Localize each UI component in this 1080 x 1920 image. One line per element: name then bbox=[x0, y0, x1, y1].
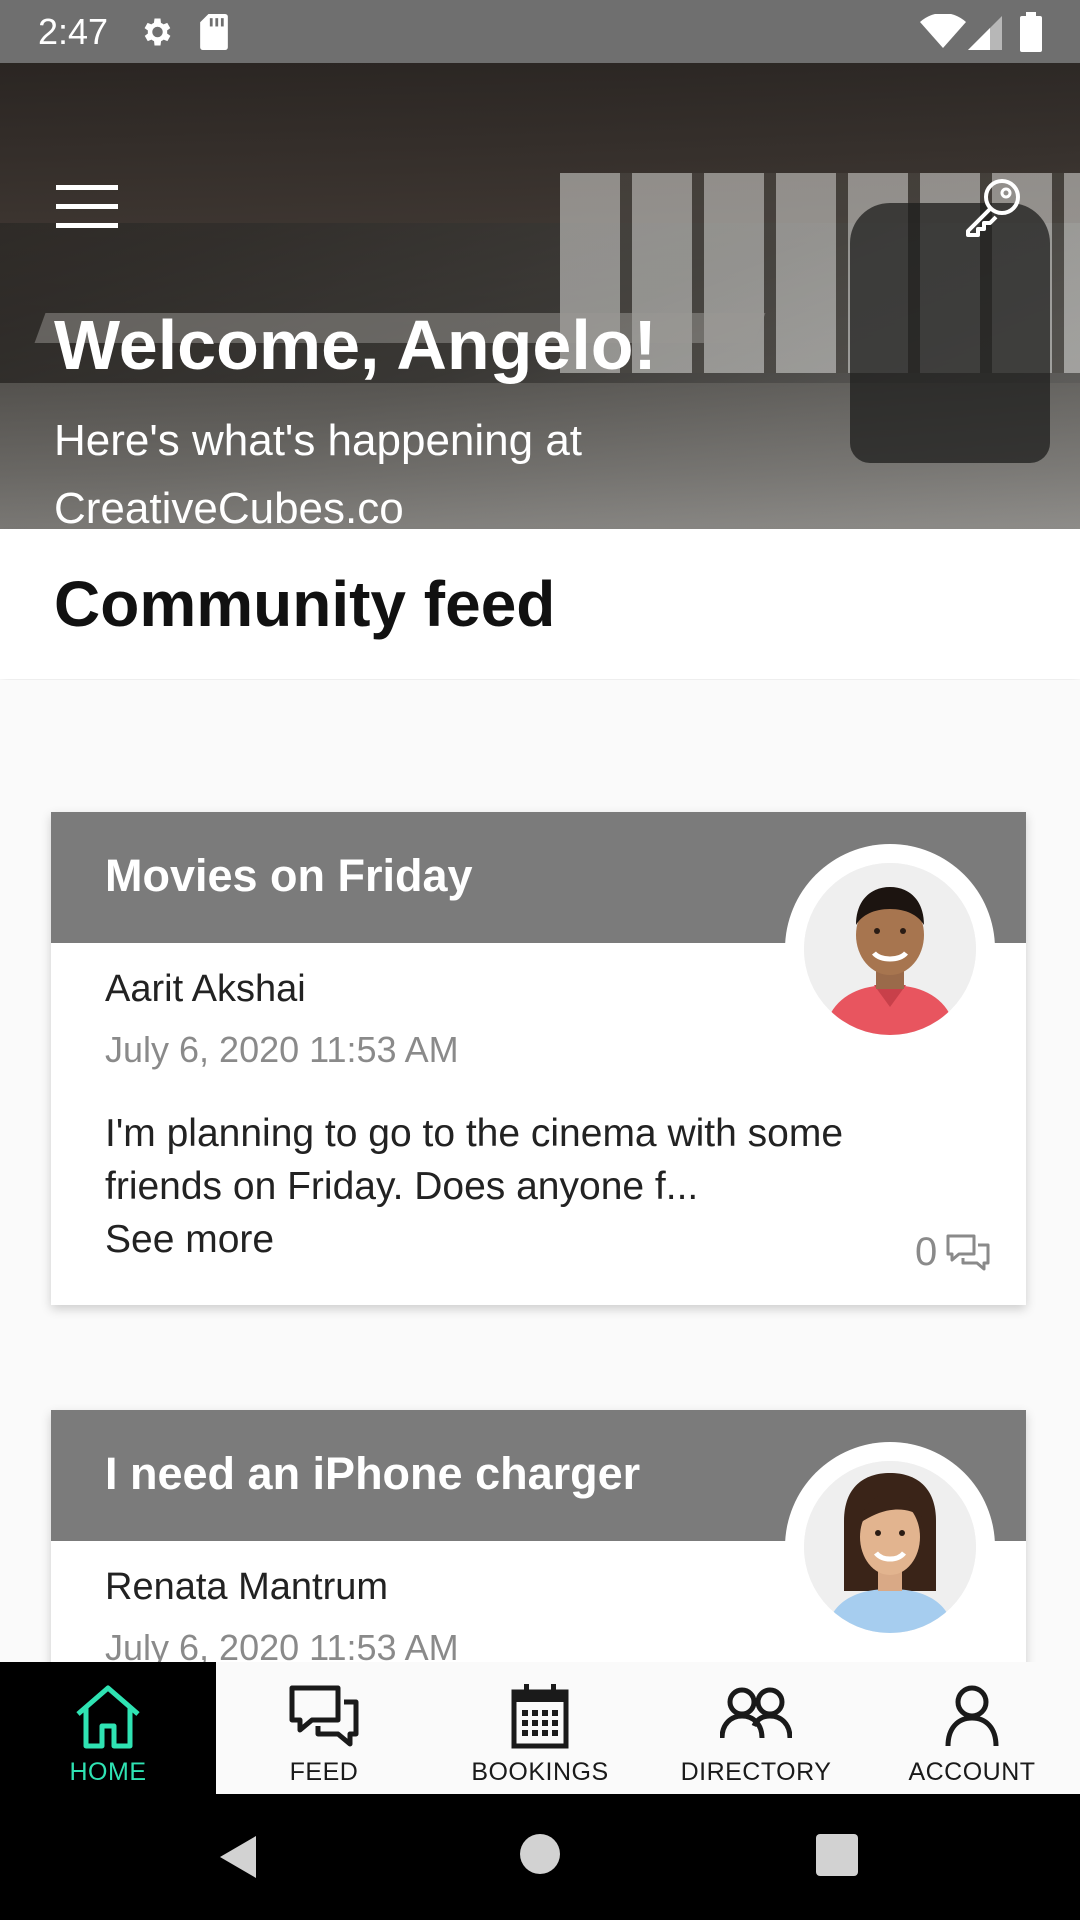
comment-count-value: 0 bbox=[915, 1230, 938, 1274]
nav-directory[interactable]: DIRECTORY bbox=[648, 1662, 864, 1794]
system-navigation-bar bbox=[0, 1794, 1080, 1920]
nav-feed[interactable]: FEED bbox=[216, 1662, 432, 1794]
status-bar: 2:47 bbox=[0, 0, 1080, 63]
settings-gear-icon bbox=[144, 18, 171, 46]
hero-background-chair bbox=[850, 203, 1050, 463]
nav-account[interactable]: ACCOUNT bbox=[864, 1662, 1080, 1794]
nav-home[interactable]: HOME bbox=[0, 1662, 216, 1794]
nav-directory-label: DIRECTORY bbox=[680, 1758, 832, 1786]
nav-home-label: HOME bbox=[69, 1758, 147, 1786]
wifi-icon bbox=[920, 14, 966, 48]
welcome-subtitle: Here's what's happening at CreativeCubes… bbox=[54, 416, 583, 529]
avatar[interactable] bbox=[804, 863, 976, 1035]
nav-bookings-label: BOOKINGS bbox=[471, 1758, 609, 1786]
signal-icon bbox=[968, 16, 1002, 50]
status-time: 2:47 bbox=[38, 11, 109, 52]
back-icon[interactable] bbox=[216, 1834, 262, 1880]
card-title: Movies on Friday bbox=[105, 850, 473, 901]
avatar-frame bbox=[785, 844, 995, 1054]
avatar-frame bbox=[785, 1442, 995, 1652]
community-feed-header: Community feed bbox=[0, 529, 1080, 679]
female-avatar-photo bbox=[804, 1461, 976, 1633]
feed-card[interactable]: Movies on Friday Aarit Akshai July 6, 20… bbox=[51, 812, 1026, 1305]
card-author: Renata Mantrum bbox=[105, 1566, 389, 1608]
welcome-title: Welcome, Angelo! bbox=[54, 306, 657, 384]
person-icon bbox=[945, 1685, 999, 1747]
card-body: I'm planning to go to the cinema with so… bbox=[105, 1107, 905, 1266]
calendar-icon bbox=[511, 1684, 569, 1749]
avatar[interactable] bbox=[804, 1461, 976, 1633]
card-body-text: I'm planning to go to the cinema with so… bbox=[105, 1112, 844, 1208]
comment-icon bbox=[946, 1234, 990, 1270]
hero-banner: Welcome, Angelo! Here's what's happening… bbox=[0, 63, 1080, 529]
recent-apps-icon[interactable] bbox=[816, 1834, 858, 1876]
section-title: Community feed bbox=[54, 568, 556, 640]
feed-card[interactable]: I need an iPhone charger Renata Mantrum … bbox=[51, 1410, 1026, 1662]
key-icon[interactable] bbox=[962, 175, 1024, 237]
sd-card-icon bbox=[200, 14, 228, 50]
bottom-navigation: HOME FEED BOOKINGS DIRECTORY ACCOUNT bbox=[0, 1662, 1080, 1794]
feed-list[interactable]: Movies on Friday Aarit Akshai July 6, 20… bbox=[0, 680, 1080, 1662]
nav-bookings[interactable]: BOOKINGS bbox=[432, 1662, 648, 1794]
card-date: July 6, 2020 11:53 AM bbox=[105, 1029, 459, 1070]
chat-icon bbox=[289, 1685, 359, 1747]
nav-account-label: ACCOUNT bbox=[908, 1758, 1036, 1786]
card-author: Aarit Akshai bbox=[105, 968, 306, 1010]
card-date: July 6, 2020 11:53 AM bbox=[105, 1627, 459, 1662]
comment-count[interactable]: 0 bbox=[915, 1230, 991, 1275]
home-circle-icon[interactable] bbox=[520, 1834, 560, 1874]
hamburger-menu-icon[interactable] bbox=[56, 183, 118, 231]
nav-feed-label: FEED bbox=[289, 1758, 359, 1786]
card-title: I need an iPhone charger bbox=[105, 1448, 641, 1499]
home-icon bbox=[76, 1685, 140, 1749]
male-avatar-photo bbox=[804, 863, 976, 1035]
people-icon bbox=[720, 1687, 792, 1739]
battery-icon bbox=[1020, 12, 1042, 52]
see-more-link[interactable]: See more bbox=[105, 1213, 905, 1266]
